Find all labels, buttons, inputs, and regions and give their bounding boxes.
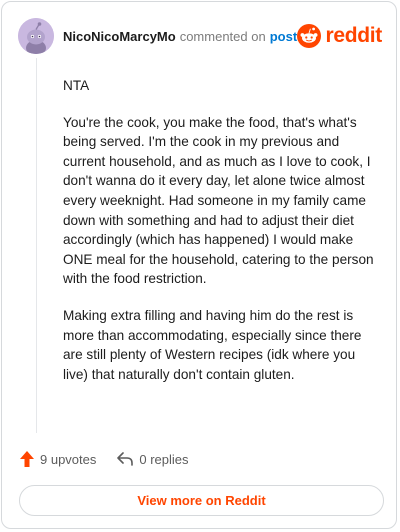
- comment-paragraph: You're the cook, you make the food, that…: [63, 114, 374, 287]
- post-link[interactable]: post: [270, 29, 297, 44]
- replies-count: 0 replies: [139, 451, 189, 467]
- comment-footer: 9 upvotes 0 replies: [19, 450, 189, 468]
- comment-byline: NicoNicoMarcyMo commented on post: [63, 29, 297, 44]
- snoo-avatar-icon: [18, 18, 54, 54]
- action-text: commented on: [179, 28, 266, 44]
- comment-paragraph: Making extra filling and having him do t…: [63, 307, 362, 382]
- thread-line: [36, 58, 37, 433]
- reply-button[interactable]: 0 replies: [116, 451, 189, 467]
- reply-arrow-icon: [117, 452, 134, 466]
- comment-header: NicoNicoMarcyMo commented on post reddit: [18, 16, 382, 56]
- reddit-wordmark: reddit: [325, 24, 382, 47]
- upvotes-count: 9 upvotes: [40, 451, 97, 467]
- comment-embed-card: NicoNicoMarcyMo commented on post reddit…: [1, 1, 397, 529]
- view-more-button[interactable]: View more on Reddit: [19, 485, 384, 516]
- username-link[interactable]: NicoNicoMarcyMo: [63, 29, 176, 44]
- reddit-logo[interactable]: reddit: [297, 24, 382, 48]
- user-avatar[interactable]: [18, 18, 54, 54]
- reddit-logo-icon: [297, 24, 322, 48]
- upvote-arrow-icon: [20, 451, 34, 467]
- upvote-button[interactable]: 9 upvotes: [19, 450, 96, 468]
- comment-body: NTA You're the cook, you make the food, …: [63, 76, 383, 401]
- comment-paragraph: NTA: [63, 78, 90, 93]
